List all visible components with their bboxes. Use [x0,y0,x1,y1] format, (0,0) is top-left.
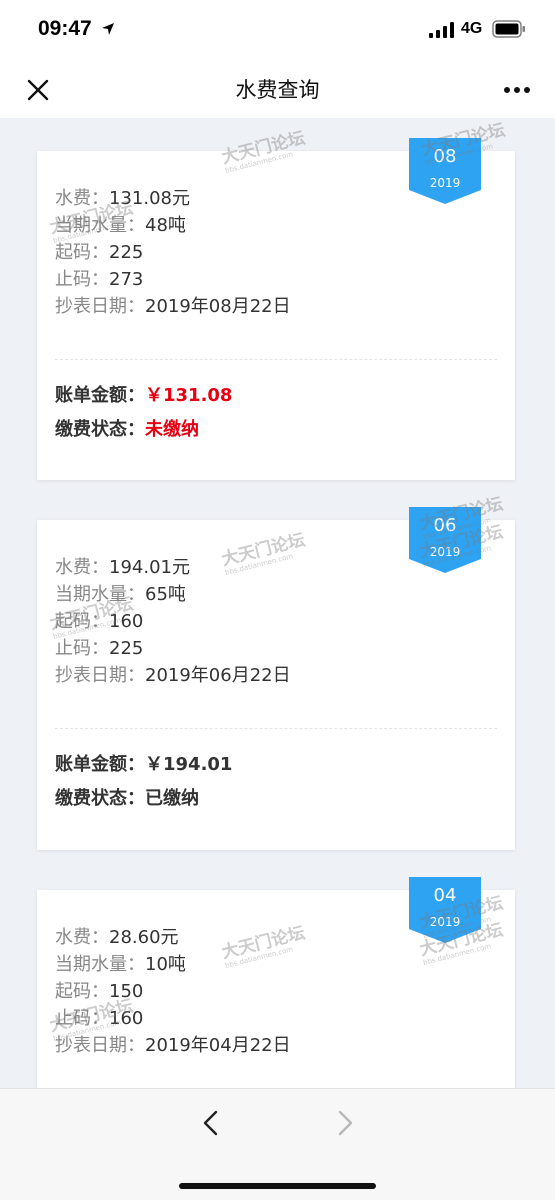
read-date-row: 抄表日期：2019年06月22日 [55,662,291,689]
read-date-label: 抄表日期： [55,1035,145,1056]
pay-status-value: 已缴纳 [145,788,199,809]
fee-label: 水费： [55,927,109,948]
home-indicator[interactable] [179,1183,376,1189]
read-date-row: 抄表日期：2019年04月22日 [55,1032,291,1059]
start-reading-label: 起码： [55,611,109,632]
ribbon-year: 2019 [429,545,461,559]
nav-bar: 水费查询 [0,60,555,118]
usage-label: 当期水量： [55,954,145,975]
fee-value: 28.60元 [109,927,179,948]
fee-row: 水费：28.60元 [55,924,291,951]
status-time: 09:47 [38,17,92,40]
pay-status-label: 缴费状态： [55,419,145,440]
divider [55,359,497,360]
bill-details: 水费：194.01元 当期水量：65吨 起码：160 止码：225 抄表日期：2… [55,554,291,689]
ribbon-month: 08 [433,146,457,167]
end-reading-row: 止码：273 [55,266,291,293]
bill-details: 水费：131.08元 当期水量：48吨 起码：225 止码：273 抄表日期：2… [55,185,291,320]
more-dots-icon[interactable] [497,74,537,106]
usage-row: 当期水量：48吨 [55,212,291,239]
status-bar: 09:47 4G [0,0,555,60]
start-reading-row: 起码：150 [55,978,291,1005]
read-date-label: 抄表日期： [55,665,145,686]
bill-amount-label: 账单金额： [55,385,145,406]
month-ribbon: 08 2019 [409,138,481,208]
pay-status-row: 缴费状态：已缴纳 [55,784,199,810]
end-reading-label: 止码： [55,1008,109,1029]
ribbon-month: 06 [433,515,457,536]
ribbon-year: 2019 [429,176,461,190]
end-reading-label: 止码： [55,638,109,659]
fee-label: 水费： [55,188,109,209]
read-date-value: 2019年04月22日 [145,1035,291,1056]
start-reading-row: 起码：160 [55,608,291,635]
bill-card: 04 2019 水费：28.60元 当期水量：10吨 起码：150 止码：160… [37,877,515,1100]
fee-row: 水费：131.08元 [55,185,291,212]
read-date-row: 抄表日期：2019年08月22日 [55,293,291,320]
read-date-value: 2019年08月22日 [145,296,291,317]
browser-toolbar [0,1088,555,1200]
end-reading-row: 止码：225 [55,635,291,662]
month-ribbon: 06 2019 [409,507,481,577]
pay-status-value: 未缴纳 [145,419,199,440]
pay-status-row: 缴费状态：未缴纳 [55,415,199,441]
end-reading-value: 273 [109,269,144,290]
bill-amount-value: ￥194.01 [145,754,233,775]
start-reading-value: 150 [109,981,144,1002]
ribbon-month: 04 [433,885,457,906]
start-reading-label: 起码： [55,242,109,263]
network-type: 4G [461,20,483,37]
usage-value: 10吨 [145,954,186,975]
pay-status-label: 缴费状态： [55,788,145,809]
bill-card: 08 2019 水费：131.08元 当期水量：48吨 起码：225 止码：27… [37,138,515,480]
bill-amount-value: ￥131.08 [145,385,233,406]
fee-label: 水费： [55,557,109,578]
bill-amount-row: 账单金额：￥131.08 [55,381,232,407]
usage-row: 当期水量：65吨 [55,581,291,608]
end-reading-row: 止码：160 [55,1005,291,1032]
end-reading-value: 160 [109,1008,144,1029]
usage-row: 当期水量：10吨 [55,951,291,978]
start-reading-value: 160 [109,611,144,632]
battery-icon [492,20,525,38]
read-date-label: 抄表日期： [55,296,145,317]
chevron-left-icon[interactable] [196,1107,226,1139]
end-reading-label: 止码： [55,269,109,290]
read-date-value: 2019年06月22日 [145,665,291,686]
divider [55,728,497,729]
usage-label: 当期水量： [55,215,145,236]
start-reading-row: 起码：225 [55,239,291,266]
signal-icon [429,22,454,38]
chevron-right-icon[interactable] [330,1107,360,1139]
fee-value: 194.01元 [109,557,190,578]
usage-value: 48吨 [145,215,186,236]
bill-amount-label: 账单金额： [55,754,145,775]
month-ribbon: 04 2019 [409,877,481,947]
page-title: 水费查询 [235,78,320,102]
end-reading-value: 225 [109,638,144,659]
ribbon-year: 2019 [429,915,461,929]
start-reading-label: 起码： [55,981,109,1002]
location-arrow-icon [102,23,114,35]
usage-value: 65吨 [145,584,186,605]
usage-label: 当期水量： [55,584,145,605]
fee-value: 131.08元 [109,188,190,209]
fee-row: 水费：194.01元 [55,554,291,581]
start-reading-value: 225 [109,242,144,263]
bill-details: 水费：28.60元 当期水量：10吨 起码：150 止码：160 抄表日期：20… [55,924,291,1059]
bill-card: 06 2019 水费：194.01元 当期水量：65吨 起码：160 止码：22… [37,507,515,850]
bill-amount-row: 账单金额：￥194.01 [55,750,232,776]
